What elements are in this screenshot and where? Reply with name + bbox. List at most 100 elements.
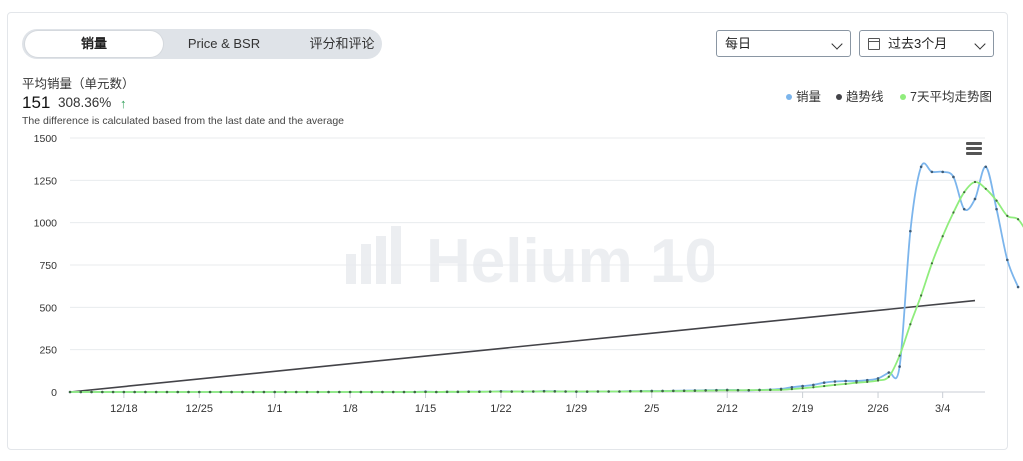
avg7-point <box>639 390 643 393</box>
avg7-point <box>553 390 556 393</box>
avg7-line <box>70 181 1023 393</box>
sales-point <box>973 197 977 201</box>
x-tick-label: 1/1 <box>267 403 282 415</box>
y-tick-label: 500 <box>39 302 57 314</box>
avg7-point <box>941 235 944 238</box>
x-tick-label: 1/15 <box>415 403 436 415</box>
sales-point <box>833 380 837 383</box>
avg7-point <box>920 294 923 297</box>
avg7-point <box>715 389 718 392</box>
avg7-point <box>176 390 179 394</box>
sales-point <box>812 383 815 387</box>
avg7-point <box>445 390 449 393</box>
sales-point <box>1006 258 1009 262</box>
sales-point <box>876 377 880 380</box>
avg7-point <box>252 390 255 394</box>
x-tick-label: 12/25 <box>186 403 214 415</box>
avg7-point <box>284 390 287 394</box>
avg7-point <box>79 390 82 394</box>
avg7-point <box>704 389 707 392</box>
avg7-point <box>629 390 632 393</box>
avg7-point <box>661 390 664 393</box>
avg7-point <box>208 390 212 394</box>
avg7-point <box>413 390 416 394</box>
avg7-point <box>726 389 729 392</box>
avg7-point <box>693 389 696 392</box>
x-tick-label: 2/19 <box>792 403 813 415</box>
avg7-point <box>521 390 524 393</box>
avg7-point <box>564 390 567 393</box>
avg7-point <box>338 390 341 394</box>
avg7-point <box>963 191 966 194</box>
avg7-point <box>381 390 384 394</box>
sales-point <box>898 365 901 368</box>
avg7-point <box>542 390 546 393</box>
avg7-point <box>607 390 610 393</box>
avg7-point <box>995 199 998 202</box>
avg7-point <box>586 390 589 393</box>
avg7-point <box>758 389 761 392</box>
avg7-point <box>812 386 815 389</box>
sales-point <box>995 207 998 211</box>
y-tick-label: 0 <box>51 387 57 399</box>
sales-point <box>909 229 912 233</box>
avg7-point <box>122 390 125 394</box>
x-tick-label: 1/22 <box>490 403 511 415</box>
avg7-point <box>230 390 233 394</box>
sales-point <box>801 384 804 388</box>
avg7-point <box>790 388 793 391</box>
y-tick-label: 1500 <box>34 133 58 145</box>
avg7-point <box>456 390 459 393</box>
avg7-point <box>575 390 578 393</box>
avg7-point <box>532 390 535 393</box>
avg7-point <box>305 390 309 394</box>
avg7-point <box>435 390 438 394</box>
avg7-point <box>876 379 880 382</box>
y-tick-label: 1250 <box>34 175 58 187</box>
x-tick-label: 3/4 <box>935 403 950 415</box>
sales-point <box>930 170 934 174</box>
avg7-point <box>779 388 783 391</box>
avg7-point <box>198 390 201 394</box>
avg7-point <box>316 390 319 394</box>
y-tick-label: 750 <box>39 260 57 272</box>
avg7-point <box>392 390 395 394</box>
avg7-point <box>165 390 169 394</box>
trend-line <box>69 299 976 393</box>
avg7-point <box>898 354 901 357</box>
avg7-point <box>101 390 104 394</box>
avg7-point <box>952 211 955 214</box>
sales-point <box>952 175 955 179</box>
sales-point <box>919 165 923 169</box>
avg7-point <box>769 388 772 392</box>
sales-point <box>887 371 891 374</box>
sales-point <box>962 207 966 211</box>
avg7-point <box>187 390 190 394</box>
sales-point <box>1016 285 1020 289</box>
avg7-point <box>349 390 352 394</box>
avg7-point <box>747 389 750 392</box>
sales-line <box>70 162 1019 393</box>
avg7-point <box>833 383 837 386</box>
avg7-point <box>984 187 987 190</box>
avg7-point <box>973 180 977 184</box>
avg7-point <box>618 390 621 393</box>
x-tick-label: 2/12 <box>716 403 737 415</box>
avg7-point <box>887 375 890 378</box>
avg7-point <box>467 390 470 393</box>
avg7-point <box>510 390 513 393</box>
x-tick-label: 2/26 <box>867 403 888 415</box>
avg7-point <box>801 387 804 390</box>
avg7-point <box>424 390 427 394</box>
x-tick-label: 1/8 <box>342 403 357 415</box>
sales-point <box>941 170 944 174</box>
avg7-point <box>736 389 740 392</box>
avg7-point <box>241 390 244 394</box>
avg7-point <box>909 323 912 326</box>
avg7-point <box>823 384 826 388</box>
avg7-point <box>683 389 686 393</box>
sales-point <box>984 165 988 169</box>
avg7-point <box>273 390 276 394</box>
avg7-point <box>111 390 115 394</box>
avg7-point <box>650 390 653 393</box>
